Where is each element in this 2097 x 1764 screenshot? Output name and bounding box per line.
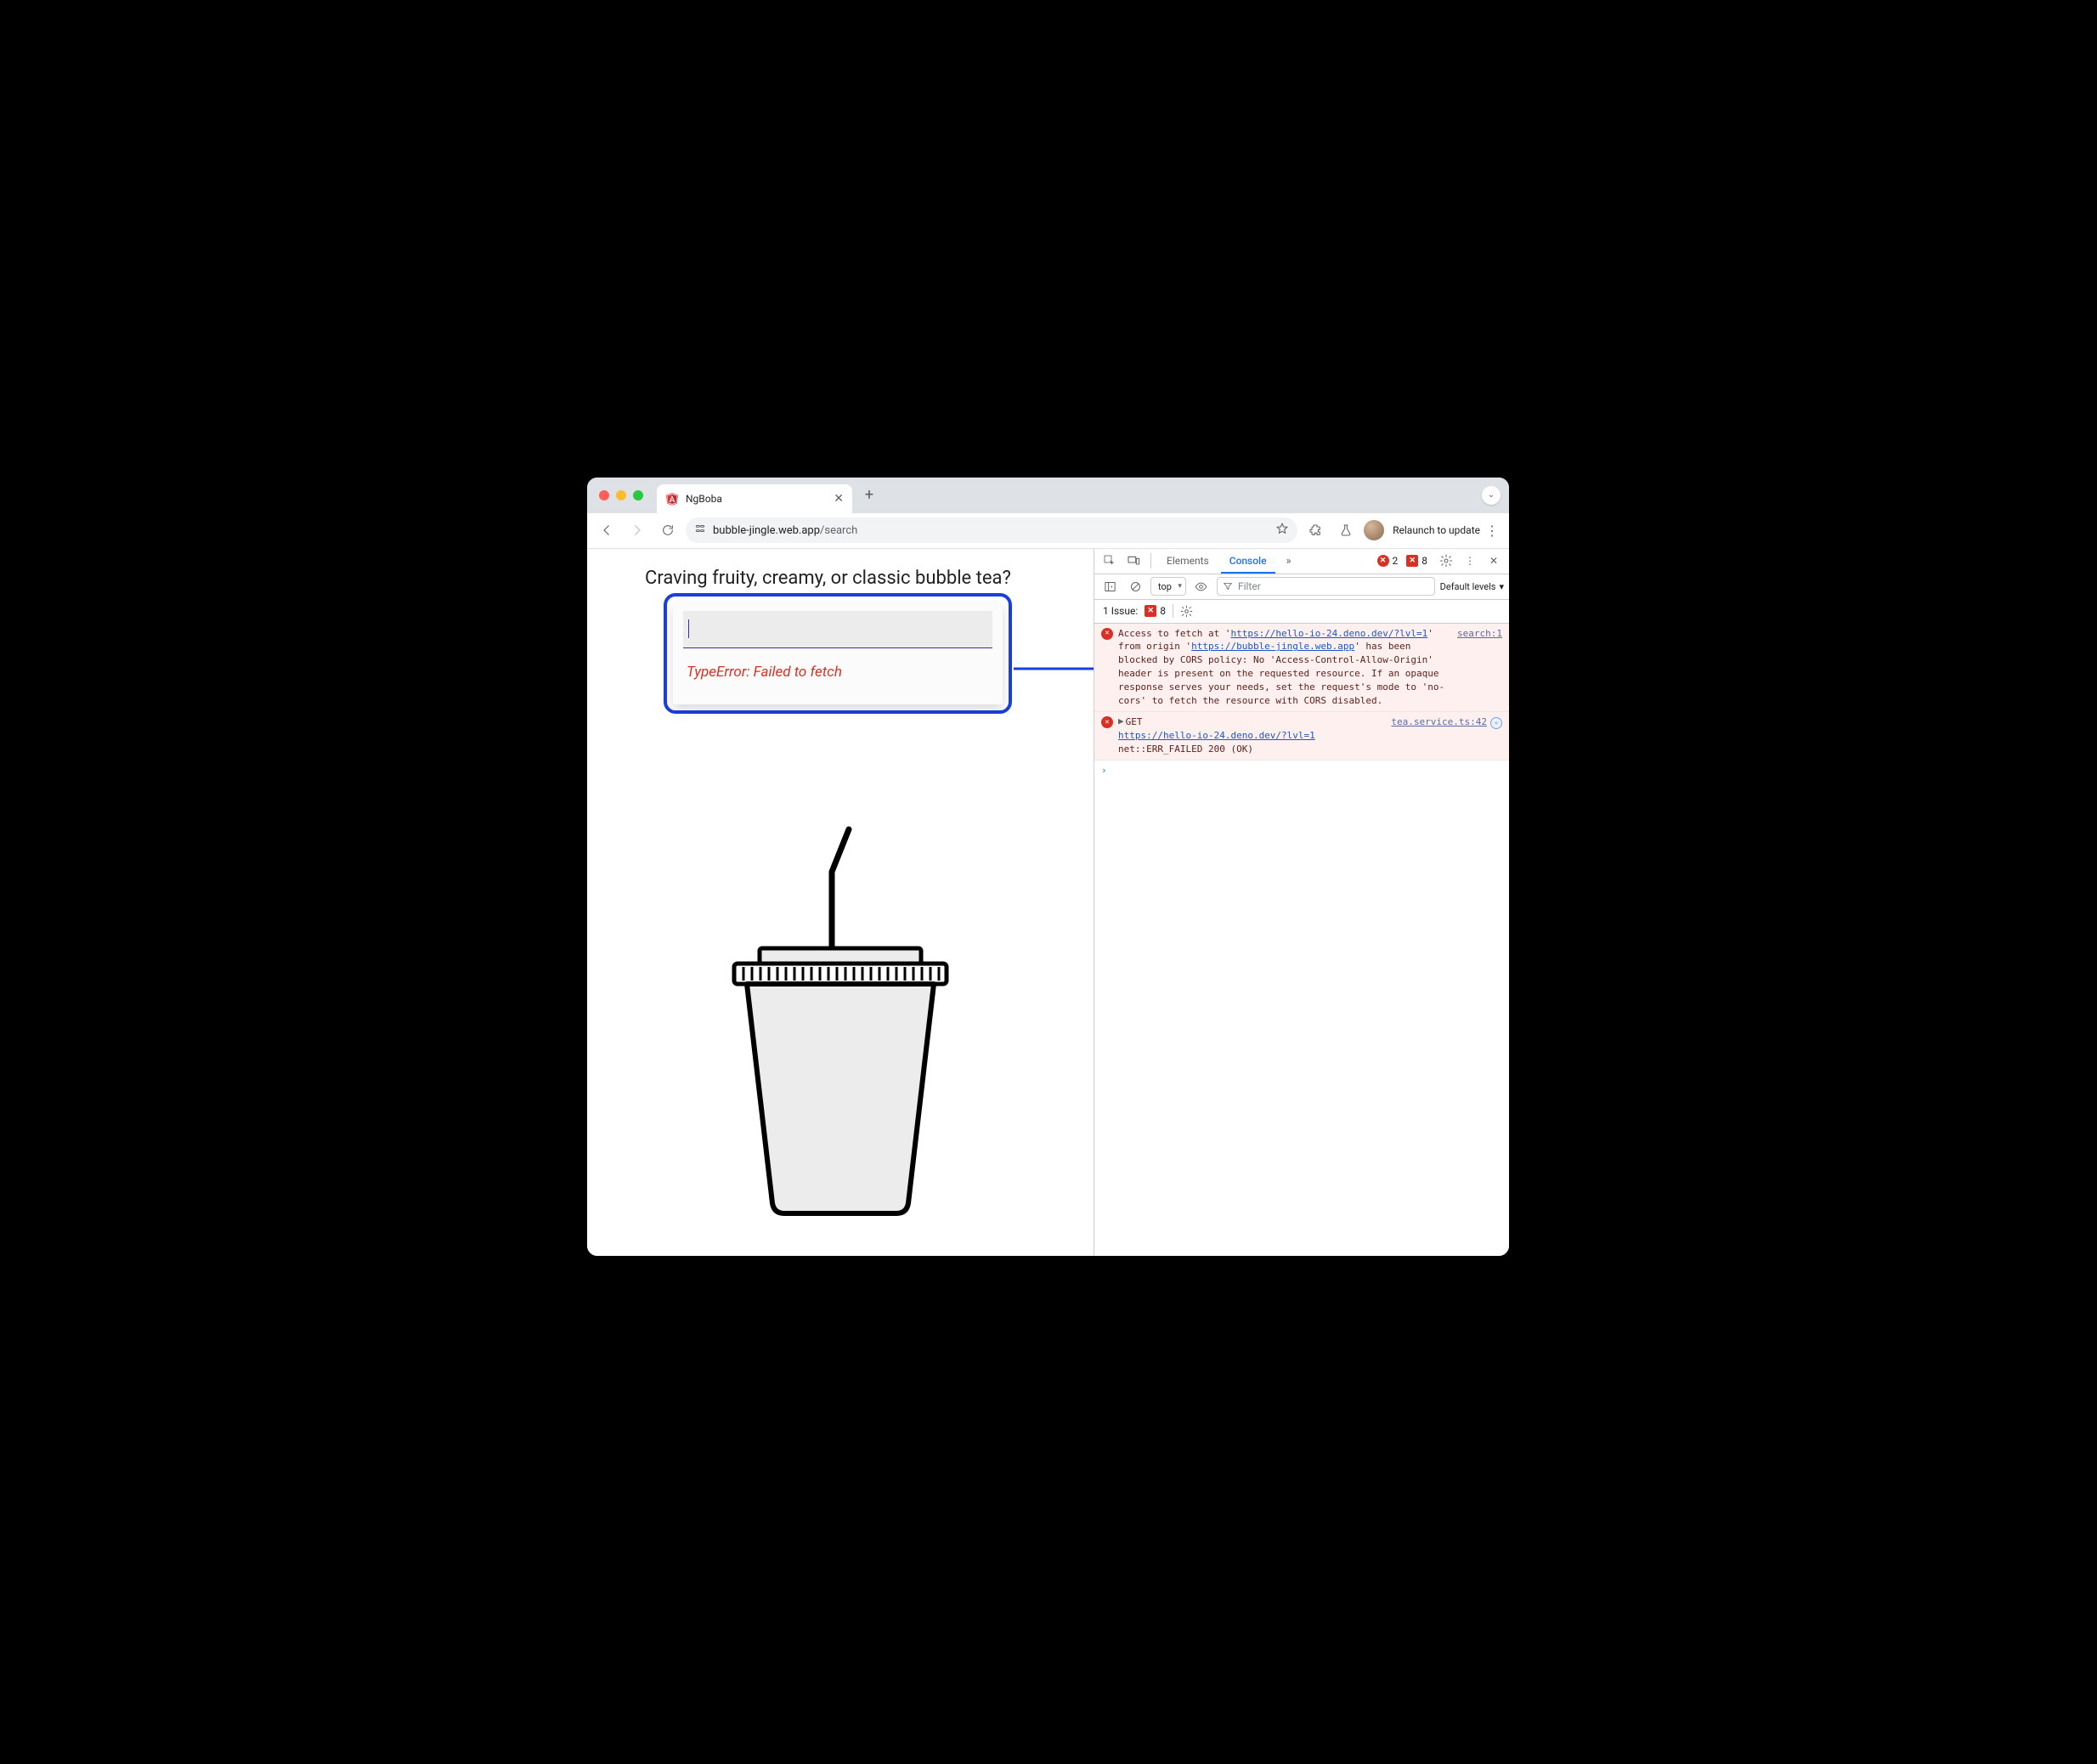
issue-count-text: 8 (1422, 555, 1427, 567)
page-heading: Craving fruity, creamy, or classic bubbl… (645, 568, 1011, 589)
chevron-down-icon: ▾ (1499, 581, 1504, 592)
site-settings-icon[interactable] (694, 523, 706, 538)
tab-strip: NgBoba ✕ + ⌄ (587, 478, 1509, 513)
execution-context-select[interactable]: top (1150, 577, 1186, 596)
error-badge-icon: ✕ (1377, 555, 1389, 567)
content-area: Craving fruity, creamy, or classic bubbl… (587, 549, 1509, 1256)
log-source: tea.service.ts:42✧ (1384, 715, 1502, 756)
context-label: top (1158, 581, 1172, 592)
fetch-error-message: TypeError: Failed to fetch (687, 664, 842, 681)
cors-target-url-link[interactable]: https://hello-io-24.deno.dev/?lvl=1 (1230, 628, 1427, 639)
log-levels-select[interactable]: Default levels ▾ (1440, 581, 1504, 592)
console-log-area[interactable]: ✕ Access to fetch at 'https://hello-io-2… (1094, 624, 1509, 1256)
bubble-tea-cup-illustration (713, 812, 968, 1220)
console-toolbar: top Filter Default levels ▾ (1094, 574, 1509, 600)
labs-icon[interactable] (1333, 517, 1359, 543)
window-zoom-button[interactable] (633, 490, 643, 500)
log-source-link[interactable]: tea.service.ts:42 (1391, 716, 1487, 727)
devtools-tabbar: Elements Console » ✕ 2 ✕ 8 ⋮ (1094, 549, 1509, 574)
back-button[interactable] (594, 517, 619, 543)
url-text: bubble-jingle.web.app/search (713, 524, 1269, 537)
console-sidebar-toggle-icon[interactable] (1099, 576, 1120, 596)
address-bar[interactable]: bubble-jingle.web.app/search (686, 517, 1297, 543)
relaunch-label: Relaunch to update (1393, 524, 1480, 536)
filter-icon (1223, 581, 1233, 591)
devtools-settings-icon[interactable] (1436, 551, 1456, 571)
issue-count-badge[interactable]: ✕ 8 (1406, 555, 1427, 567)
more-tabs-icon[interactable]: » (1279, 551, 1299, 571)
error-icon: ✕ (1101, 628, 1113, 640)
text-caret (688, 619, 689, 638)
expand-triangle-icon[interactable]: ▶ (1118, 715, 1124, 728)
issues-bar-badge[interactable]: ✕ 8 (1145, 605, 1166, 617)
tab-title: NgBoba (686, 493, 827, 505)
divider (1150, 553, 1151, 568)
issues-label: 1 Issue: (1103, 605, 1138, 617)
failed-request-url-link[interactable]: https://hello-io-24.deno.dev/?lvl=1 (1118, 730, 1315, 741)
cors-origin-url-link[interactable]: https://bubble-jingle.web.app (1191, 641, 1354, 652)
devtools-panel: Elements Console » ✕ 2 ✕ 8 ⋮ (1094, 549, 1509, 1256)
forward-button[interactable] (625, 517, 650, 543)
extensions-icon[interactable] (1303, 517, 1328, 543)
console-prompt[interactable]: › (1094, 760, 1509, 781)
inspect-element-icon[interactable] (1099, 551, 1120, 571)
browser-tab[interactable]: NgBoba ✕ (657, 484, 852, 513)
angular-favicon-icon (665, 492, 679, 506)
console-error-entry[interactable]: ✕ ▶GEThttps://hello-io-24.deno.dev/?lvl=… (1094, 712, 1509, 760)
live-expression-icon[interactable] (1191, 576, 1212, 596)
issues-bar-count: 8 (1160, 605, 1166, 617)
clear-console-icon[interactable] (1125, 576, 1145, 596)
profile-avatar[interactable] (1364, 520, 1384, 540)
browser-toolbar: bubble-jingle.web.app/search Relaunch to… (587, 513, 1509, 549)
log-source-link[interactable]: search:1 (1457, 628, 1502, 639)
log-message: ▶GEThttps://hello-io-24.deno.dev/?lvl=1 … (1118, 715, 1379, 756)
relaunch-button[interactable]: Relaunch to update ⋮ (1389, 523, 1502, 539)
error-count-text: 2 (1393, 555, 1399, 567)
ai-explain-icon[interactable]: ✧ (1490, 717, 1502, 729)
devtools-tab-elements[interactable]: Elements (1158, 549, 1218, 574)
bookmark-star-icon[interactable] (1275, 522, 1289, 539)
window-minimize-button[interactable] (616, 490, 626, 500)
reload-button[interactable] (655, 517, 681, 543)
devtools-tab-console[interactable]: Console (1221, 549, 1275, 574)
devtools-menu-icon[interactable]: ⋮ (1460, 551, 1480, 571)
log-message: Access to fetch at 'https://hello-io-24.… (1118, 627, 1445, 709)
search-card: TypeError: Failed to fetch (673, 602, 1003, 704)
issue-badge-icon: ✕ (1145, 605, 1156, 617)
devtools-close-icon[interactable]: ✕ (1484, 551, 1504, 571)
search-input[interactable] (683, 611, 992, 648)
chrome-menu-icon[interactable]: ⋮ (1485, 523, 1499, 539)
tab-close-icon[interactable]: ✕ (834, 492, 844, 506)
console-filter-input[interactable]: Filter (1217, 577, 1435, 596)
levels-label: Default levels (1440, 581, 1496, 592)
annotation-arrow-icon (1014, 656, 1094, 681)
new-tab-button[interactable]: + (857, 483, 881, 507)
error-icon: ✕ (1101, 716, 1113, 728)
window-close-button[interactable] (599, 490, 609, 500)
device-toolbar-icon[interactable] (1123, 551, 1144, 571)
console-settings-icon[interactable] (1180, 601, 1193, 621)
browser-window: NgBoba ✕ + ⌄ bubble-jingle.web.ap (587, 478, 1509, 1256)
filter-placeholder: Filter (1238, 580, 1261, 592)
window-controls (594, 490, 650, 500)
tabstrip-expand-button[interactable]: ⌄ (1482, 486, 1501, 505)
issue-badge-icon: ✕ (1406, 555, 1418, 567)
console-error-entry[interactable]: ✕ Access to fetch at 'https://hello-io-2… (1094, 624, 1509, 713)
error-count-badge[interactable]: ✕ 2 (1377, 555, 1399, 567)
issues-bar: 1 Issue: ✕ 8 (1094, 600, 1509, 624)
webpage: Craving fruity, creamy, or classic bubbl… (587, 549, 1094, 1256)
log-source: search:1 (1450, 627, 1502, 709)
